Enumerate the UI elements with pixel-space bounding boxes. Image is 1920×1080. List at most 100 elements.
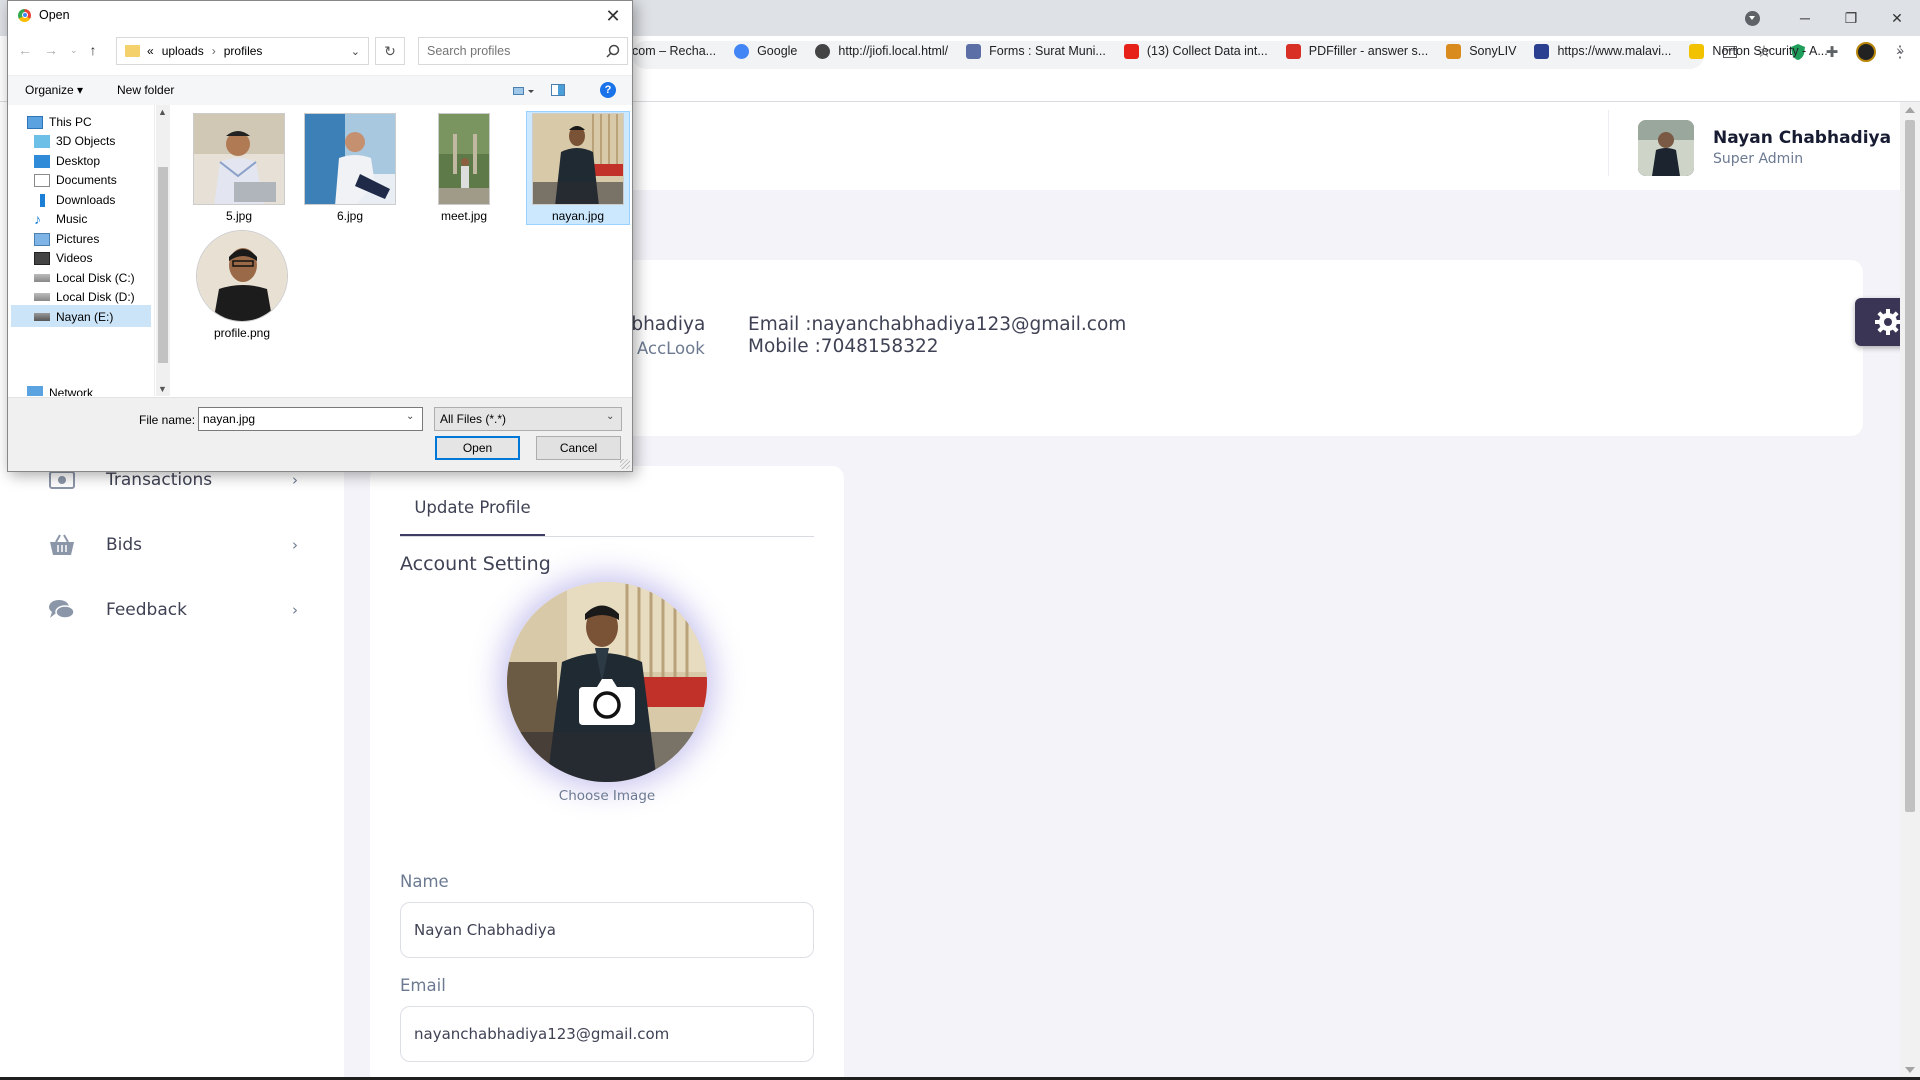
path-dropdown-icon[interactable]: ⌄ [351,45,360,58]
tree-item-network[interactable]: Network [27,386,93,396]
sonyliv-icon [1446,43,1462,59]
sidebar-item-bids[interactable]: Bids › [48,533,298,557]
recent-dropdown-icon[interactable]: ⌄ [70,45,78,56]
bookmark-item[interactable]: https://www.malavi... [1534,43,1672,59]
scrollbar-thumb[interactable] [1905,120,1915,812]
tree-item-documents[interactable]: Documents [34,170,117,190]
header-user-avatar[interactable] [1638,120,1694,176]
tab-search-icon[interactable] [1745,10,1760,26]
chevron-right-icon: › [292,536,298,554]
bookmark-item[interactable]: PDFfiller - answer s... [1285,43,1429,59]
name-field[interactable] [400,902,814,958]
tree-item-label: Videos [56,251,93,265]
chrome-logo-icon [18,8,31,22]
file-type-select[interactable]: All Files (*.*) [434,407,622,431]
file-name: meet.jpg [440,209,488,223]
bookmark-item[interactable]: Norton Security - A... [1689,43,1828,59]
tree-item-nayan-e[interactable]: Nayan (E:) [34,307,113,327]
path-overflow[interactable]: « [147,44,154,58]
new-folder-button[interactable]: New folder [117,83,174,97]
dialog-path-bar[interactable]: « uploads › profiles ⌄ [116,37,369,65]
account-setting-title: Account Setting [400,553,551,575]
open-button[interactable]: Open [435,436,520,460]
resize-grip-icon[interactable] [620,459,630,469]
scroll-up-icon[interactable] [1905,107,1915,113]
tab-update-profile[interactable]: Update Profile [400,498,545,536]
bookmark-label: (13) Collect Data int... [1146,44,1268,58]
bookmark-item[interactable]: Forms : Surat Muni... [966,43,1106,59]
refresh-icon[interactable]: ↻ [375,37,405,65]
forms-icon [966,43,982,59]
dialog-nav-buttons: ← → ⌄ ↑ [18,42,97,58]
tree-item-local-disk-c[interactable]: Local Disk (C:) [34,268,135,288]
file-item-profile-png[interactable]: profile.png [190,230,294,340]
file-thumbnail [196,230,288,322]
comments-icon [48,598,76,622]
path-segment-profiles[interactable]: profiles [224,44,263,58]
change-view-icon[interactable] [513,85,535,99]
basket-icon [48,533,76,557]
tree-item-label: Desktop [56,154,101,168]
profile-avatar-icon[interactable] [1856,42,1876,62]
tree-item-desktop[interactable]: Desktop [34,151,100,171]
tree-item-music[interactable]: ♪ Music [34,209,87,229]
minimize-icon[interactable]: ─ [1782,3,1828,33]
restore-icon[interactable]: ❐ [1828,3,1874,33]
downloads-icon [34,193,50,207]
window-close-icon[interactable]: ✕ [1874,3,1920,33]
pc-icon [27,115,43,129]
bookmark-item[interactable]: (13) Collect Data int... [1123,43,1268,59]
tree-item-label: Local Disk (D:) [56,290,135,304]
camera-icon[interactable] [577,675,637,727]
file-item-meet-jpg[interactable]: meet.jpg [412,113,516,223]
preview-pane-icon[interactable] [551,84,565,99]
tree-item-local-disk-d[interactable]: Local Disk (D:) [34,287,135,307]
cancel-button[interactable]: Cancel [536,436,621,460]
window-controls: ─ ❐ ✕ [1745,0,1920,36]
youtube-icon [1123,43,1139,59]
bookmark-item[interactable]: SonyLIV [1446,43,1516,59]
tree-item-3d-objects[interactable]: 3D Objects [34,131,115,151]
bookmark-label: PDFfiller - answer s... [1308,44,1429,58]
tree-item-pictures[interactable]: Pictures [34,229,99,249]
file-name-input[interactable] [198,407,423,431]
organize-button[interactable]: Organize ▾ [25,83,83,97]
header-user-name: Nayan Chabhadiya [1713,128,1892,148]
bookmark-item[interactable]: http://jiofi.local.html/ [815,43,948,59]
tree-item-videos[interactable]: Videos [34,248,92,268]
dialog-close-icon[interactable]: ✕ [602,5,624,27]
open-file-dialog: Open ✕ ← → ⌄ ↑ « uploads › profiles ⌄ ↻ … [7,0,633,472]
tree-scroll-up-icon[interactable]: ▲ [158,107,167,117]
chevron-right-icon: › [292,471,298,489]
navigation-pane-scroll-thumb[interactable] [158,167,168,363]
tree-item-downloads[interactable]: Downloads [34,190,115,210]
path-segment-uploads[interactable]: uploads [162,44,204,58]
file-item-6-jpg[interactable]: 6.jpg [298,113,402,223]
dialog-search-input[interactable] [418,37,628,65]
tree-item-this-pc[interactable]: This PC [27,112,92,132]
folder-icon [125,45,140,57]
file-name-label: File name: [139,413,196,427]
back-arrow-icon[interactable]: ← [18,42,32,58]
chevron-down-icon[interactable]: ⌄ [406,411,414,422]
file-item-nayan-jpg[interactable]: nayan.jpg [526,113,630,223]
path-separator-icon: › [211,44,216,58]
up-arrow-icon[interactable]: ↑ [90,42,97,58]
norton-icon [1689,43,1705,59]
sidebar-item-feedback[interactable]: Feedback › [48,598,298,622]
chevron-down-icon[interactable]: ⌄ [606,411,614,422]
tree-scroll-down-icon[interactable]: ▼ [158,384,167,394]
help-icon[interactable]: ? [600,82,616,98]
search-icon [606,44,620,58]
file-item-5-jpg[interactable]: 5.jpg [187,113,291,223]
network-icon [27,386,43,396]
bookmark-item[interactable]: Google [734,43,797,59]
bookmarks-overflow-button[interactable]: » [1896,42,1904,58]
email-field[interactable] [400,1006,814,1062]
view-options [513,84,565,99]
bookmark-item[interactable]: com – Recha... [632,44,716,58]
forward-arrow-icon[interactable]: → [44,42,58,58]
file-name: 6.jpg [336,209,364,223]
scroll-down-icon[interactable] [1905,1067,1915,1073]
bookmark-label: https://www.malavi... [1557,44,1672,58]
